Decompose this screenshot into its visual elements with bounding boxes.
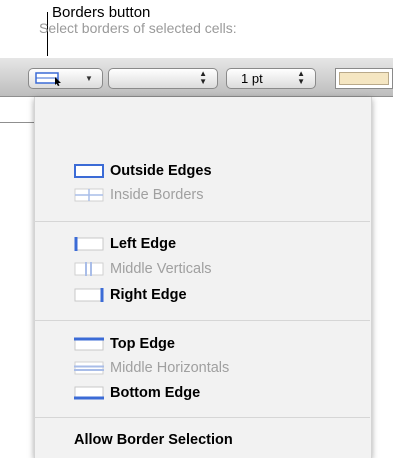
bottom-edge-icon: [74, 386, 104, 400]
border-width-value: 1 pt: [241, 71, 263, 86]
menu-item-outside-edges[interactable]: Outside Edges: [74, 160, 344, 182]
middle-horizontals-icon: [74, 361, 104, 375]
menu-item-top-edge[interactable]: Top Edge: [74, 333, 344, 355]
callout-label: Borders button: [52, 4, 151, 21]
border-style-popup[interactable]: ▲ ▼: [108, 68, 218, 89]
menu-item-left-edge[interactable]: Left Edge: [74, 233, 344, 255]
menu-separator: [34, 320, 370, 321]
format-toolbar: ▼ ▲ ▼ 1 pt ▲ ▼: [0, 58, 393, 97]
menu-separator: [34, 221, 370, 222]
borders-icon: [35, 72, 61, 86]
chevron-down-icon: ▼: [85, 74, 93, 83]
menu-separator: [34, 417, 370, 418]
top-edge-icon: [74, 337, 104, 351]
menu-item-right-edge[interactable]: Right Edge: [74, 284, 344, 306]
inside-borders-icon: [74, 188, 104, 202]
middle-verticals-icon: [74, 262, 104, 276]
menu-item-middle-horizontals[interactable]: Middle Horizontals: [74, 357, 344, 379]
right-edge-icon: [74, 288, 104, 302]
border-width-popup[interactable]: 1 pt ▲ ▼: [226, 68, 316, 89]
borders-button[interactable]: ▼: [28, 68, 103, 89]
divider: [0, 122, 34, 123]
left-edge-icon: [74, 237, 104, 251]
stepper-arrows-icon: ▲ ▼: [297, 69, 305, 86]
menu-header: Select borders of selected cells:: [39, 20, 237, 36]
menu-item-middle-verticals[interactable]: Middle Verticals: [74, 258, 344, 280]
outside-edges-icon: [74, 164, 104, 178]
border-color-well[interactable]: [335, 68, 393, 89]
stepper-arrows-icon: ▲ ▼: [199, 69, 207, 86]
menu-item-bottom-edge[interactable]: Bottom Edge: [74, 382, 344, 404]
menu-item-inside-borders[interactable]: Inside Borders: [74, 184, 344, 206]
color-swatch: [339, 72, 389, 85]
menu-item-allow-border-selection[interactable]: Allow Border Selection: [74, 429, 344, 451]
